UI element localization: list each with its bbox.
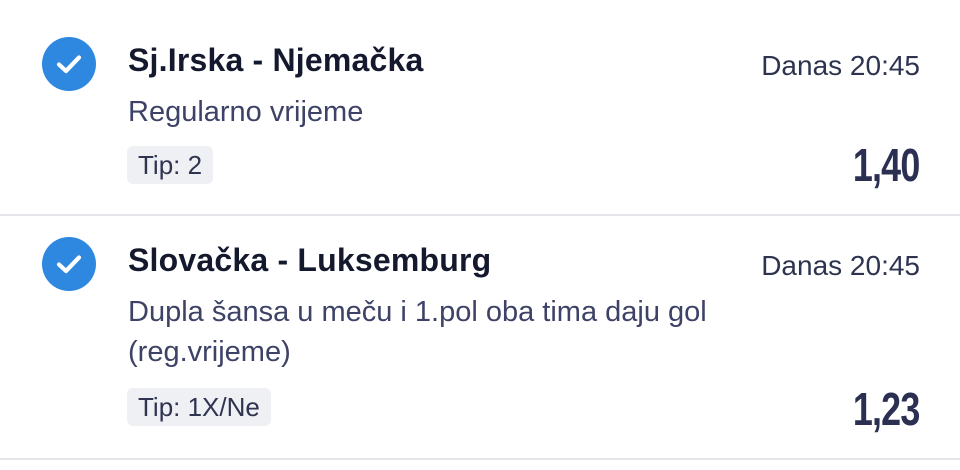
checkmark-icon[interactable] bbox=[42, 237, 96, 291]
match-name: Sj.Irska - Njemačka bbox=[128, 42, 424, 78]
checkmark-icon[interactable] bbox=[42, 37, 96, 91]
odds-value: 1,23 bbox=[853, 383, 920, 435]
match-name: Slovačka - Luksemburg bbox=[128, 242, 492, 278]
tip-badge: Tip: 1X/Ne bbox=[127, 388, 271, 426]
odds-value: 1,40 bbox=[853, 139, 920, 191]
match-time: Danas 20:45 bbox=[761, 50, 920, 81]
bet-market: Regularno vrijeme bbox=[128, 96, 364, 128]
match-time: Danas 20:45 bbox=[761, 250, 920, 281]
bet-market: Dupla šansa u meču i 1.pol oba tima daju… bbox=[128, 296, 707, 368]
bet-row[interactable]: Sj.Irska - Njemačka Danas 20:45 Regularn… bbox=[0, 0, 960, 216]
tip-badge: Tip: 2 bbox=[127, 146, 214, 184]
bet-row[interactable]: Slovačka - Luksemburg Danas 20:45 Dupla … bbox=[0, 216, 960, 460]
